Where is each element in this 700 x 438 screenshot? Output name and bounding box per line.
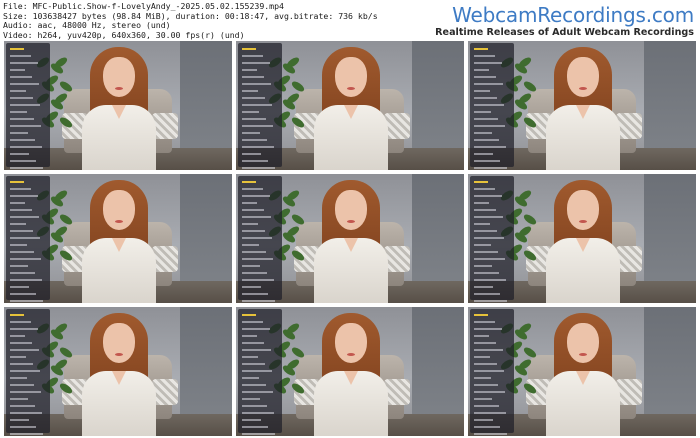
video-thumbnail [236,307,464,436]
brand-logo: WebcamRecordings.com Realtime Releases o… [435,3,694,39]
person [82,313,156,436]
tip-menu-overlay [470,176,514,302]
tip-menu-overlay [6,43,50,169]
thumbnail-grid [4,41,696,436]
video-thumbnail [468,307,696,436]
sheet-header: File: MFC-Public.Show-f-LovelyAndy_-2025… [0,0,700,40]
person [314,47,388,170]
video-thumbnail [4,174,232,303]
video-thumbnail [4,307,232,436]
person [314,180,388,303]
video-thumbnail [4,41,232,170]
tip-menu-overlay [238,176,282,302]
person [314,313,388,436]
tip-menu-overlay [6,309,50,435]
brand-name: WebcamRecordings.com [452,3,694,27]
video-thumbnail [236,41,464,170]
video-thumbnail [468,174,696,303]
tip-menu-overlay [238,43,282,169]
video-thumbnail [468,41,696,170]
tip-menu-overlay [238,309,282,435]
tip-menu-overlay [470,309,514,435]
person [546,47,620,170]
tip-menu-overlay [6,176,50,302]
person [546,313,620,436]
person [82,180,156,303]
brand-tagline: Realtime Releases of Adult Webcam Record… [435,27,694,38]
tip-menu-overlay [470,43,514,169]
video-thumbnail [236,174,464,303]
video-line: Video: h264, yuv420p, 640x360, 30.00 fps… [3,29,245,40]
file-info: File: MFC-Public.Show-f-LovelyAndy_-2025… [3,1,378,40]
person [82,47,156,170]
person [546,180,620,303]
